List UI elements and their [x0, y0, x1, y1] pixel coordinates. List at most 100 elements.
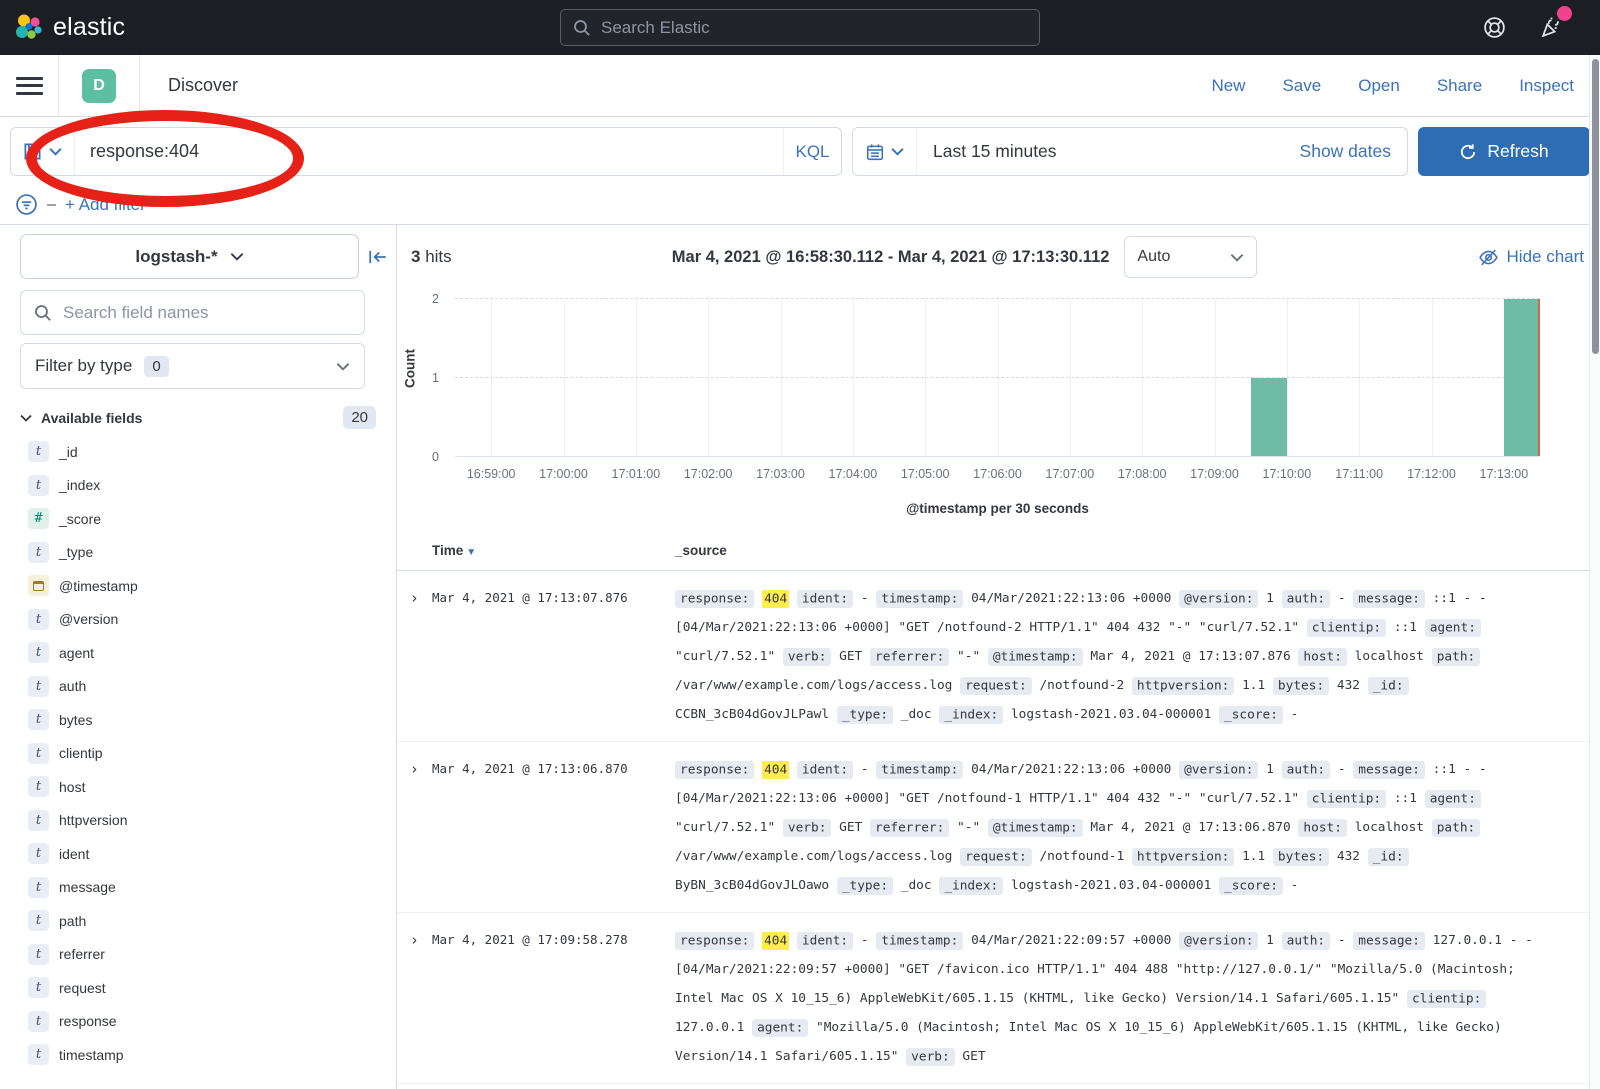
chevron-down-icon	[336, 362, 350, 371]
action-new[interactable]: New	[1211, 76, 1245, 96]
discover-app-icon[interactable]: D	[82, 69, 116, 103]
gridline-vertical	[1432, 299, 1433, 456]
interval-select[interactable]: Auto	[1124, 236, 1257, 278]
field-name-badge: request:	[960, 848, 1032, 866]
column-header-time[interactable]: Time▼	[432, 543, 675, 558]
histogram-bar[interactable]	[1504, 299, 1540, 456]
number-type-icon: #	[28, 508, 49, 529]
hits-bar: 3 hits Mar 4, 2021 @ 16:58:30.112 - Mar …	[397, 225, 1600, 289]
scrollbar-thumb[interactable]	[1592, 59, 1599, 354]
field-item-auth[interactable]: tauth	[28, 670, 396, 704]
field-name-badge: _index:	[939, 877, 1003, 895]
field-item-bytes[interactable]: tbytes	[28, 703, 396, 737]
field-item-ident[interactable]: tident	[28, 837, 396, 871]
text-type-icon: t	[28, 843, 49, 864]
field-search-input[interactable]: Search field names	[20, 290, 365, 335]
expand-row-icon[interactable]: ›	[397, 926, 432, 1071]
collapse-sidebar-icon[interactable]	[368, 249, 388, 265]
elastic-brand[interactable]: elastic	[0, 13, 125, 43]
chart-plot-area[interactable]	[455, 299, 1540, 457]
histogram-bar[interactable]	[1251, 378, 1287, 457]
query-input[interactable]: response:404 KQL	[10, 127, 842, 176]
field-name: ident	[59, 846, 89, 862]
query-bar: response:404 KQL Last 15 minutes Show da…	[0, 117, 1600, 185]
available-fields-header[interactable]: Available fields 20	[20, 406, 376, 429]
index-pattern-name: logstash-*	[135, 247, 217, 267]
table-body: ›Mar 4, 2021 @ 17:13:07.876response: 404…	[397, 571, 1600, 1084]
action-share[interactable]: Share	[1437, 76, 1482, 96]
field-item-timestamp[interactable]: @timestamp	[28, 569, 396, 603]
x-tick-label: 17:06:00	[973, 467, 1022, 481]
table-header: Time▼ _source	[397, 533, 1600, 571]
field-item-type[interactable]: t_type	[28, 536, 396, 570]
field-name: referrer	[59, 946, 105, 962]
date-quick-select-button[interactable]	[853, 128, 917, 175]
query-language-button[interactable]: KQL	[783, 128, 841, 175]
field-name-badge: verb:	[783, 819, 832, 837]
documents-table: Time▼ _source ›Mar 4, 2021 @ 17:13:07.87…	[397, 533, 1600, 1084]
action-inspect[interactable]: Inspect	[1519, 76, 1574, 96]
refresh-button[interactable]: Refresh	[1418, 127, 1590, 176]
text-type-icon: t	[28, 642, 49, 663]
field-name-badge: bytes:	[1273, 677, 1329, 695]
page-scrollbar[interactable]	[1589, 55, 1600, 1089]
text-type-icon: t	[28, 776, 49, 797]
field-name-badge: timestamp:	[876, 761, 963, 779]
field-item-version[interactable]: t@version	[28, 603, 396, 637]
brand-name: elastic	[53, 13, 125, 42]
filter-bar: + Add filter	[0, 185, 1600, 225]
field-item-httpversion[interactable]: thttpversion	[28, 804, 396, 838]
divider	[58, 55, 59, 116]
field-name-badge: @timestamp:	[988, 648, 1083, 666]
text-type-icon: t	[28, 743, 49, 764]
divider	[139, 55, 140, 116]
field-item-referrer[interactable]: treferrer	[28, 938, 396, 972]
newsfeed-button[interactable]	[1539, 15, 1564, 40]
field-item-agent[interactable]: tagent	[28, 636, 396, 670]
query-text[interactable]: response:404	[75, 141, 783, 162]
field-item-message[interactable]: tmessage	[28, 871, 396, 905]
document-row: ›Mar 4, 2021 @ 17:09:58.278response: 404…	[397, 913, 1600, 1084]
index-pattern-select[interactable]: logstash-*	[20, 234, 359, 279]
filter-icon[interactable]	[15, 193, 38, 216]
add-filter-button[interactable]: + Add filter	[65, 195, 146, 215]
field-name-badge: verb:	[783, 648, 832, 666]
hide-chart-button[interactable]: Hide chart	[1478, 247, 1584, 268]
field-name: path	[59, 913, 86, 929]
highlighted-value: 404	[762, 761, 789, 779]
global-search-input[interactable]: Search Elastic	[560, 9, 1040, 46]
field-name: @timestamp	[59, 578, 138, 594]
field-name-badge: agent:	[1425, 619, 1481, 637]
field-item-path[interactable]: tpath	[28, 904, 396, 938]
field-name-badge: timestamp:	[876, 932, 963, 950]
text-type-icon: t	[28, 709, 49, 730]
elastic-logo-icon	[14, 13, 44, 43]
saved-query-icon	[23, 142, 42, 161]
show-dates-button[interactable]: Show dates	[1300, 141, 1407, 162]
field-item-response[interactable]: tresponse	[28, 1005, 396, 1039]
field-item-host[interactable]: thost	[28, 770, 396, 804]
time-range-value[interactable]: Last 15 minutes	[917, 141, 1300, 162]
field-item-request[interactable]: trequest	[28, 971, 396, 1005]
field-item-index[interactable]: t_index	[28, 469, 396, 503]
field-name-badge: httpversion:	[1132, 848, 1234, 866]
field-name-badge: message:	[1353, 590, 1425, 608]
menu-icon[interactable]	[0, 72, 58, 99]
text-type-icon: t	[28, 441, 49, 462]
expand-row-icon[interactable]: ›	[397, 755, 432, 900]
text-type-icon: t	[28, 1044, 49, 1065]
help-icon[interactable]	[1482, 15, 1507, 40]
action-save[interactable]: Save	[1282, 76, 1321, 96]
field-list: t_idt_index#_scoret_type @timestamp t@vers…	[0, 435, 396, 1072]
chevron-down-icon	[230, 252, 244, 261]
filter-by-type-select[interactable]: Filter by type 0	[20, 343, 365, 389]
field-item-clientip[interactable]: tclientip	[28, 737, 396, 771]
expand-row-icon[interactable]: ›	[397, 584, 432, 729]
y-axis-ticks: 012	[397, 299, 447, 457]
saved-query-button[interactable]	[11, 128, 75, 175]
text-type-icon: t	[28, 475, 49, 496]
field-item-timestamp[interactable]: ttimestamp	[28, 1038, 396, 1072]
field-item-id[interactable]: t_id	[28, 435, 396, 469]
field-item-score[interactable]: #_score	[28, 502, 396, 536]
action-open[interactable]: Open	[1358, 76, 1400, 96]
